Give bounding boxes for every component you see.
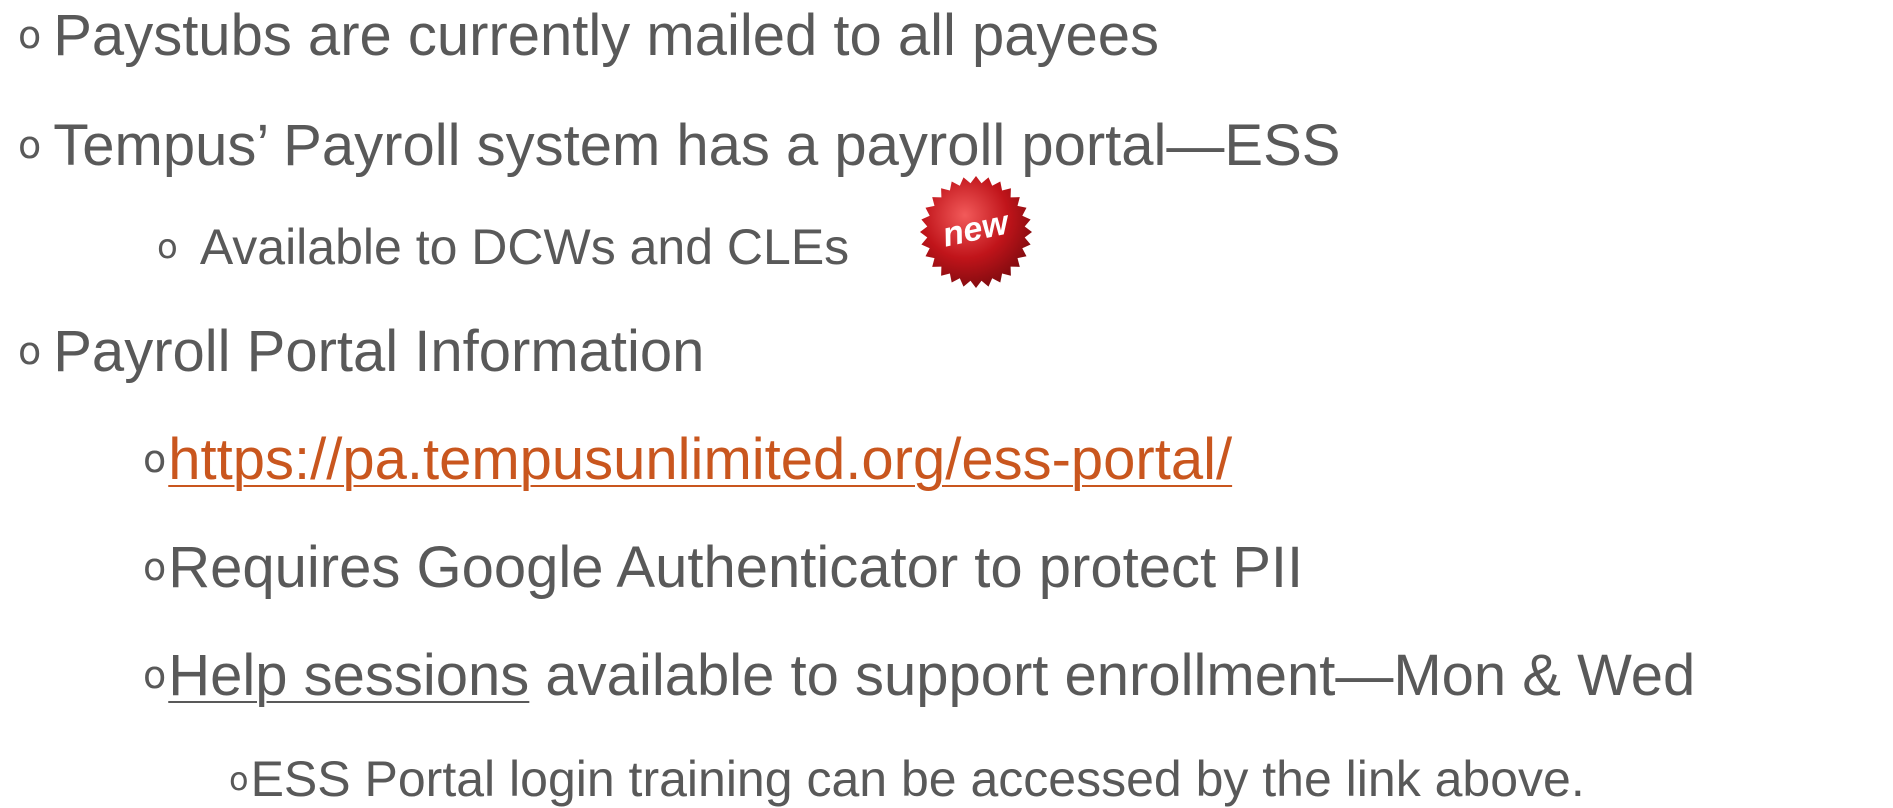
bullet-marker: o (229, 760, 249, 798)
bullet-training: o ESS Portal login training can be acces… (229, 751, 1585, 807)
training-text: ESS Portal login training can be accesse… (250, 751, 1585, 807)
google-auth-text: Requires Google Authenticator to protect… (168, 534, 1304, 600)
bullet-marker: o (143, 653, 167, 697)
available-text: Available to DCWs and CLEs (199, 219, 850, 275)
bullet-marker: o (18, 123, 42, 167)
bullet-portal-info: o Payroll Portal Information (18, 318, 704, 384)
tempus-portal-text: Tempus’ Payroll system has a payroll por… (53, 112, 1341, 178)
help-sessions-link[interactable]: Help sessions (168, 642, 529, 709)
bullet-marker: o (18, 329, 42, 373)
new-starburst-icon: new (920, 176, 1032, 288)
bullet-url: o https://pa.tempusunlimited.org/ess-por… (143, 426, 1232, 492)
bullet-google-auth: o Requires Google Authenticator to prote… (143, 534, 1303, 600)
bullet-paystubs: o Paystubs are currently mailed to all p… (18, 2, 1159, 68)
paystubs-text: Paystubs are currently mailed to all pay… (53, 2, 1160, 68)
portal-info-text: Payroll Portal Information (53, 318, 705, 384)
bullet-marker: o (18, 13, 42, 57)
help-sessions-text: available to support enrollment—Mon & We… (529, 642, 1696, 708)
ess-portal-link[interactable]: https://pa.tempusunlimited.org/ess-porta… (168, 426, 1232, 493)
bullet-marker: o (143, 545, 167, 589)
bullet-marker: o (157, 227, 178, 267)
bullet-tempus-portal: o Tempus’ Payroll system has a payroll p… (18, 112, 1341, 178)
bullet-help-sessions: o Help sessions available to support enr… (143, 642, 1695, 708)
bullet-available: o Available to DCWs and CLEs (157, 219, 850, 275)
bullet-marker: o (143, 437, 167, 481)
